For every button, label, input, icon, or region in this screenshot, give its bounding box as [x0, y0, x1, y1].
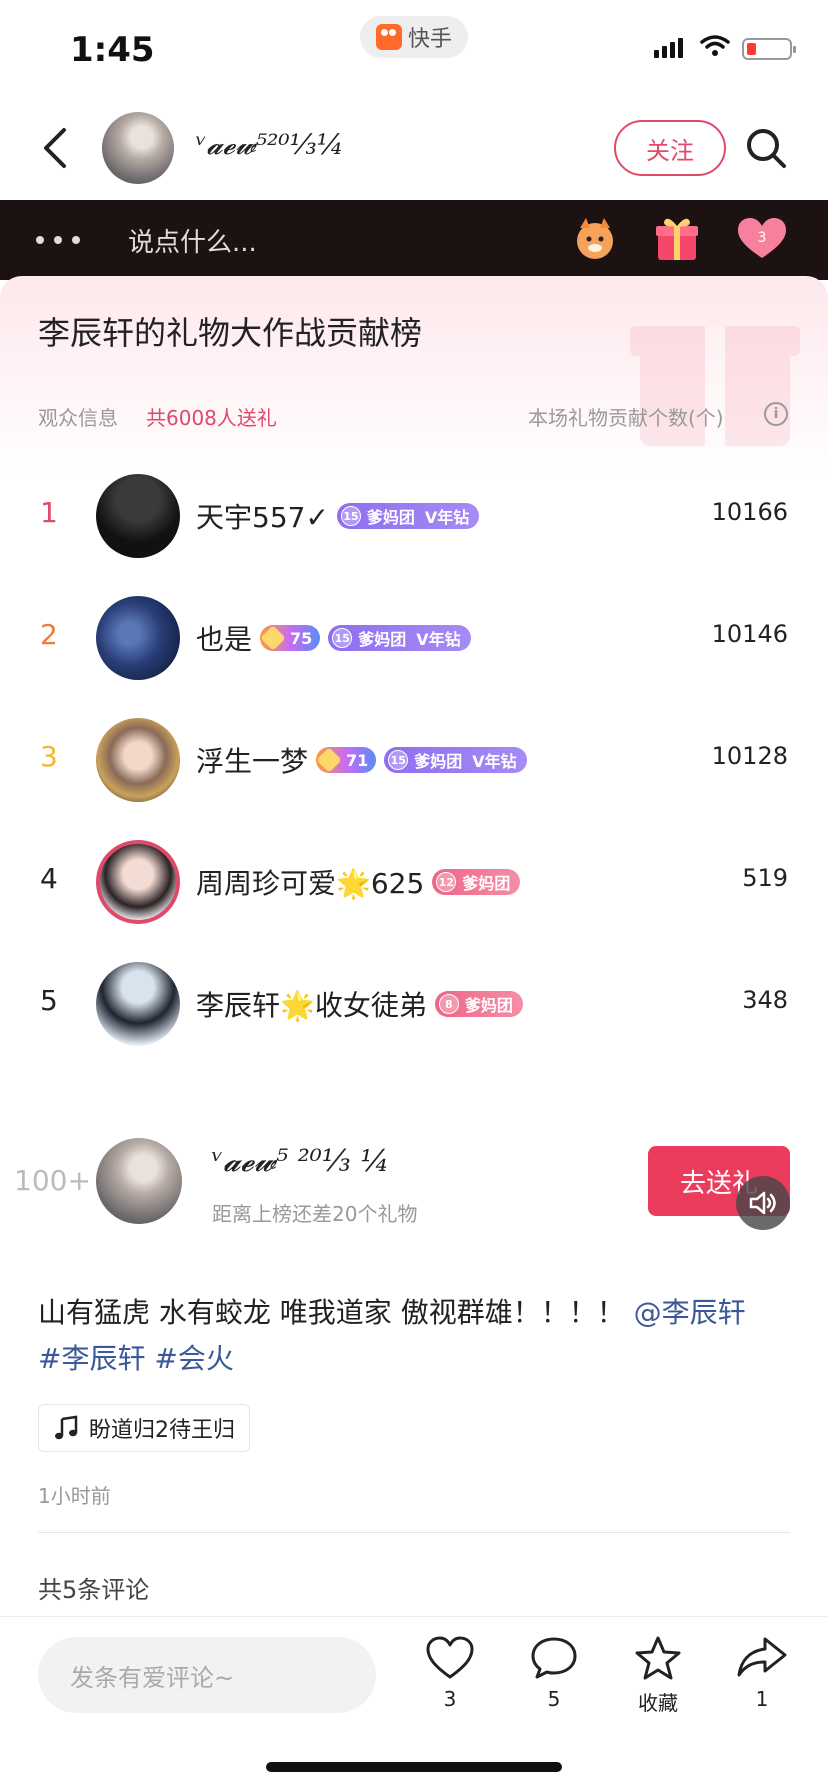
battery-low-icon: [742, 38, 796, 60]
ranking-row[interactable]: 5 李辰轩🌟收女徒弟 8 爹妈团 348: [0, 948, 828, 1058]
user-level-badge: 71: [316, 747, 377, 773]
profile-nav-bar: ᵛ𝓪𝓮𝔀⁵²⁰¹⁄₃¼ 关注: [0, 96, 828, 200]
gift-count: 10128: [711, 742, 788, 770]
gift-icon[interactable]: [652, 214, 702, 264]
gift-count: 348: [742, 986, 788, 1014]
music-title: 盼道归2待王归: [89, 1418, 235, 1443]
music-note-icon: [55, 1415, 78, 1440]
gift-count: 10166: [711, 498, 788, 526]
gift-ranking-panel: 李辰轩的礼物大作战贡献榜 观众信息 共6008人送礼 本场礼物贡献个数(个) i…: [0, 276, 828, 1116]
fans-group-badge: 12 爹妈团: [432, 869, 521, 895]
panel-title: 李辰轩的礼物大作战贡献榜: [38, 314, 423, 352]
fans-group-badge: 15 爹妈团 V年钻: [328, 625, 471, 651]
user-name: 也是: [196, 623, 253, 656]
rank-number: 5: [40, 984, 58, 1017]
app-indicator-pill[interactable]: 快手: [360, 16, 468, 58]
author-username[interactable]: ᵛ𝓪𝓮𝔀⁵²⁰¹⁄₃¼: [196, 128, 344, 162]
heart-like-icon[interactable]: 3: [734, 214, 790, 264]
live-comment-input[interactable]: 说点什么...: [128, 222, 257, 259]
like-button[interactable]: 3: [410, 1635, 490, 1711]
speaker-mute-icon[interactable]: [736, 1176, 790, 1230]
status-time: 1:45: [70, 30, 155, 70]
follow-button[interactable]: 关注: [614, 120, 726, 176]
user-avatar[interactable]: [96, 840, 180, 924]
more-dots-icon[interactable]: [36, 236, 80, 244]
ranking-row[interactable]: 2 也是 75 15 爹妈团 V年钻 10146: [0, 582, 828, 692]
home-indicator[interactable]: [266, 1762, 562, 1772]
audience-count: 共6008人送礼: [146, 406, 277, 430]
comment-count: 5: [547, 1687, 561, 1711]
rank-gap-hint: 距离上榜还差20个礼物: [212, 1202, 418, 1226]
user-avatar[interactable]: [96, 718, 180, 802]
caption-text: 山有猛虎 水有蛟龙 唯我道家 傲视群雄！！！！: [38, 1296, 625, 1329]
cellular-signal-icon: [654, 36, 683, 58]
rank-number: 1: [40, 496, 58, 529]
user-level-badge: 75: [260, 625, 321, 651]
user-name: 李辰轩🌟收女徒弟: [196, 989, 427, 1022]
tiger-emoji-icon[interactable]: [570, 214, 620, 264]
heart-icon: [426, 1636, 474, 1679]
author-avatar[interactable]: [102, 112, 174, 184]
fans-group-badge: 15 爹妈团 V年钻: [384, 747, 527, 773]
live-comment-bar: 说点什么... 3: [0, 200, 828, 280]
star-icon: [635, 1636, 681, 1680]
music-chip[interactable]: 盼道归2待王归: [38, 1404, 250, 1452]
my-avatar[interactable]: [96, 1138, 182, 1224]
comment-button[interactable]: 5: [514, 1635, 594, 1711]
ranking-row[interactable]: 3 浮生一梦 71 15 爹妈团 V年钻 10128: [0, 704, 828, 814]
gem-icon: [260, 625, 286, 651]
share-arrow-icon: [737, 1637, 787, 1677]
hashtag-link[interactable]: #李辰轩: [38, 1342, 145, 1375]
my-username: ᵛ𝓪𝓮𝔀⁵ ²⁰¹⁄₃ ¼: [212, 1144, 390, 1179]
gift-count: 10146: [711, 620, 788, 648]
my-ranking-row: 100+ ᵛ𝓪𝓮𝔀⁵ ²⁰¹⁄₃ ¼ 距离上榜还差20个礼物 去送礼: [0, 1116, 828, 1246]
rank-number: 4: [40, 862, 58, 895]
like-count: 3: [443, 1687, 457, 1711]
user-avatar[interactable]: [96, 962, 180, 1046]
search-icon[interactable]: [744, 126, 788, 170]
my-rank: 100+: [14, 1164, 91, 1197]
post-time: 1小时前: [38, 1484, 111, 1508]
comment-total: 共5条评论: [38, 1576, 150, 1604]
heart-count: 3: [758, 230, 767, 246]
comment-input[interactable]: 发条有爱评论~: [38, 1637, 376, 1713]
share-button[interactable]: 1: [722, 1635, 802, 1711]
mention-link[interactable]: @李辰轩: [634, 1296, 746, 1329]
user-name: 天宇557✓: [196, 501, 329, 534]
favorite-label: 收藏: [638, 1691, 678, 1715]
favorite-button[interactable]: 收藏: [618, 1635, 698, 1716]
kuaishou-logo-icon: [375, 24, 402, 50]
user-avatar[interactable]: [96, 596, 180, 680]
status-bar: 1:45 快手: [0, 0, 828, 96]
info-icon[interactable]: i: [764, 402, 788, 426]
user-name: 周周珍可爱🌟625: [196, 867, 425, 900]
app-name: 快手: [407, 27, 452, 52]
gift-count: 519: [742, 864, 788, 892]
back-arrow-icon[interactable]: [36, 126, 76, 170]
post-caption: 山有猛虎 水有蛟龙 唯我道家 傲视群雄！！！！ @李辰轩 #李辰轩 #会火: [38, 1290, 798, 1382]
user-name: 浮生一梦: [196, 745, 309, 778]
comment-bubble-icon: [531, 1637, 577, 1679]
ranking-row[interactable]: 4 周周珍可爱🌟625 12 爹妈团 519: [0, 826, 828, 936]
wifi-icon: [700, 35, 730, 56]
fans-group-badge: 8 爹妈团: [434, 991, 523, 1017]
share-count: 1: [755, 1687, 769, 1711]
divider: [38, 1532, 790, 1533]
rank-number: 2: [40, 618, 58, 651]
hashtag-link[interactable]: #会火: [154, 1342, 233, 1375]
user-avatar[interactable]: [96, 474, 180, 558]
fans-group-badge: 15 爹妈团 V年钻: [336, 503, 480, 529]
audience-label: 观众信息: [38, 406, 118, 430]
rank-number: 3: [40, 740, 58, 773]
ranking-row[interactable]: 1 天宇557✓ 15 爹妈团 V年钻 10166: [0, 460, 828, 570]
gem-icon: [316, 747, 342, 773]
contribution-label: 本场礼物贡献个数(个): [528, 406, 724, 430]
